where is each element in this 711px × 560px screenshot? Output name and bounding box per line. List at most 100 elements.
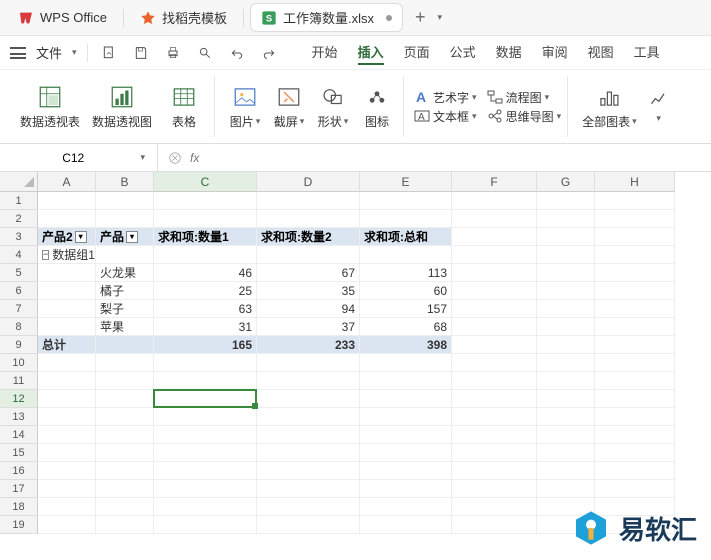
cell[interactable] bbox=[96, 426, 154, 444]
cell[interactable] bbox=[452, 192, 537, 210]
cell[interactable] bbox=[595, 246, 675, 264]
cell[interactable] bbox=[154, 372, 257, 390]
file-dropdown-icon[interactable]: ▾ bbox=[72, 47, 77, 58]
table-button[interactable]: 表格 bbox=[160, 82, 208, 132]
cell[interactable] bbox=[537, 336, 595, 354]
col-header[interactable]: H bbox=[595, 172, 675, 192]
row-header[interactable]: 10 bbox=[0, 354, 38, 372]
save-icon[interactable] bbox=[130, 42, 152, 64]
cell[interactable] bbox=[38, 192, 96, 210]
cell[interactable] bbox=[595, 228, 675, 246]
cell[interactable] bbox=[537, 228, 595, 246]
tab-view[interactable]: 视图 bbox=[588, 40, 614, 65]
cell[interactable] bbox=[38, 462, 96, 480]
cell[interactable] bbox=[96, 408, 154, 426]
cancel-icon[interactable] bbox=[168, 151, 182, 165]
row-header[interactable]: 19 bbox=[0, 516, 38, 534]
cell[interactable] bbox=[537, 408, 595, 426]
cell[interactable] bbox=[96, 498, 154, 516]
spreadsheet-grid[interactable]: A B C D E F G H 123456789101112131415161… bbox=[0, 172, 711, 542]
cell[interactable] bbox=[38, 372, 96, 390]
new-doc-icon[interactable] bbox=[98, 42, 120, 64]
cell[interactable]: 60 bbox=[360, 282, 452, 300]
tab-review[interactable]: 审阅 bbox=[542, 40, 568, 65]
cell[interactable]: −数据组1 bbox=[38, 246, 96, 264]
cell[interactable] bbox=[96, 336, 154, 354]
cell[interactable] bbox=[154, 462, 257, 480]
cell[interactable] bbox=[257, 516, 360, 534]
cell[interactable] bbox=[452, 300, 537, 318]
filter-icon[interactable]: ▾ bbox=[126, 231, 138, 243]
cell[interactable] bbox=[154, 516, 257, 534]
cell[interactable] bbox=[537, 462, 595, 480]
cell[interactable] bbox=[537, 300, 595, 318]
cell[interactable] bbox=[38, 264, 96, 282]
cell[interactable] bbox=[537, 282, 595, 300]
col-header[interactable]: C bbox=[154, 172, 257, 192]
cell[interactable] bbox=[154, 210, 257, 228]
col-header[interactable]: D bbox=[257, 172, 360, 192]
cell[interactable]: 233 bbox=[257, 336, 360, 354]
row-header[interactable]: 6 bbox=[0, 282, 38, 300]
icon-button[interactable]: 图标 bbox=[357, 82, 397, 132]
cell[interactable] bbox=[360, 444, 452, 462]
cell[interactable]: 46 bbox=[154, 264, 257, 282]
cell[interactable] bbox=[38, 444, 96, 462]
cell[interactable] bbox=[537, 354, 595, 372]
row-header[interactable]: 4 bbox=[0, 246, 38, 264]
cell[interactable] bbox=[452, 462, 537, 480]
tab-tool[interactable]: 工具 bbox=[634, 40, 660, 65]
cell[interactable] bbox=[257, 372, 360, 390]
pivot-chart-button[interactable]: 数据透视图 bbox=[88, 82, 156, 132]
cell[interactable] bbox=[257, 246, 360, 264]
tab-insert[interactable]: 插入 bbox=[358, 40, 384, 65]
cell[interactable] bbox=[595, 408, 675, 426]
cell[interactable] bbox=[96, 354, 154, 372]
cell[interactable] bbox=[452, 354, 537, 372]
cell[interactable] bbox=[595, 354, 675, 372]
cell[interactable] bbox=[537, 426, 595, 444]
row-header[interactable]: 13 bbox=[0, 408, 38, 426]
cell[interactable] bbox=[360, 516, 452, 534]
cell[interactable] bbox=[96, 462, 154, 480]
flowchart-button[interactable]: 流程图▾ bbox=[487, 89, 562, 106]
cell[interactable] bbox=[452, 480, 537, 498]
cell[interactable]: 求和项:总和 bbox=[360, 228, 452, 246]
cell[interactable] bbox=[96, 246, 154, 264]
cell[interactable] bbox=[154, 390, 257, 408]
tab-start[interactable]: 开始 bbox=[312, 40, 338, 65]
cell[interactable]: 67 bbox=[257, 264, 360, 282]
cell[interactable] bbox=[452, 336, 537, 354]
redo-icon[interactable] bbox=[258, 42, 280, 64]
file-menu-label[interactable]: 文件 bbox=[36, 43, 62, 62]
row-header[interactable]: 16 bbox=[0, 462, 38, 480]
cell[interactable] bbox=[360, 246, 452, 264]
row-header[interactable]: 17 bbox=[0, 480, 38, 498]
cell[interactable] bbox=[452, 228, 537, 246]
namebox-dropdown-icon[interactable]: ▾ bbox=[140, 152, 145, 163]
picture-button[interactable]: 图片▾ bbox=[225, 82, 265, 132]
cell[interactable] bbox=[38, 498, 96, 516]
cell[interactable]: 165 bbox=[154, 336, 257, 354]
cell[interactable] bbox=[257, 210, 360, 228]
cell[interactable] bbox=[154, 426, 257, 444]
cell[interactable] bbox=[452, 264, 537, 282]
cell[interactable] bbox=[537, 246, 595, 264]
cell[interactable] bbox=[452, 210, 537, 228]
fx-label[interactable]: fx bbox=[190, 151, 199, 165]
cell[interactable] bbox=[595, 462, 675, 480]
cell[interactable] bbox=[595, 480, 675, 498]
cell[interactable] bbox=[154, 498, 257, 516]
cell[interactable] bbox=[452, 444, 537, 462]
cell[interactable] bbox=[595, 372, 675, 390]
cell[interactable] bbox=[537, 444, 595, 462]
cell[interactable] bbox=[38, 426, 96, 444]
cell[interactable] bbox=[257, 390, 360, 408]
filter-icon[interactable]: ▾ bbox=[75, 231, 87, 243]
cell[interactable] bbox=[452, 426, 537, 444]
row-header[interactable]: 15 bbox=[0, 444, 38, 462]
app-tab-template[interactable]: 找稻壳模板 bbox=[130, 4, 237, 31]
cell[interactable] bbox=[154, 246, 257, 264]
cell[interactable]: 94 bbox=[257, 300, 360, 318]
cell[interactable] bbox=[537, 210, 595, 228]
